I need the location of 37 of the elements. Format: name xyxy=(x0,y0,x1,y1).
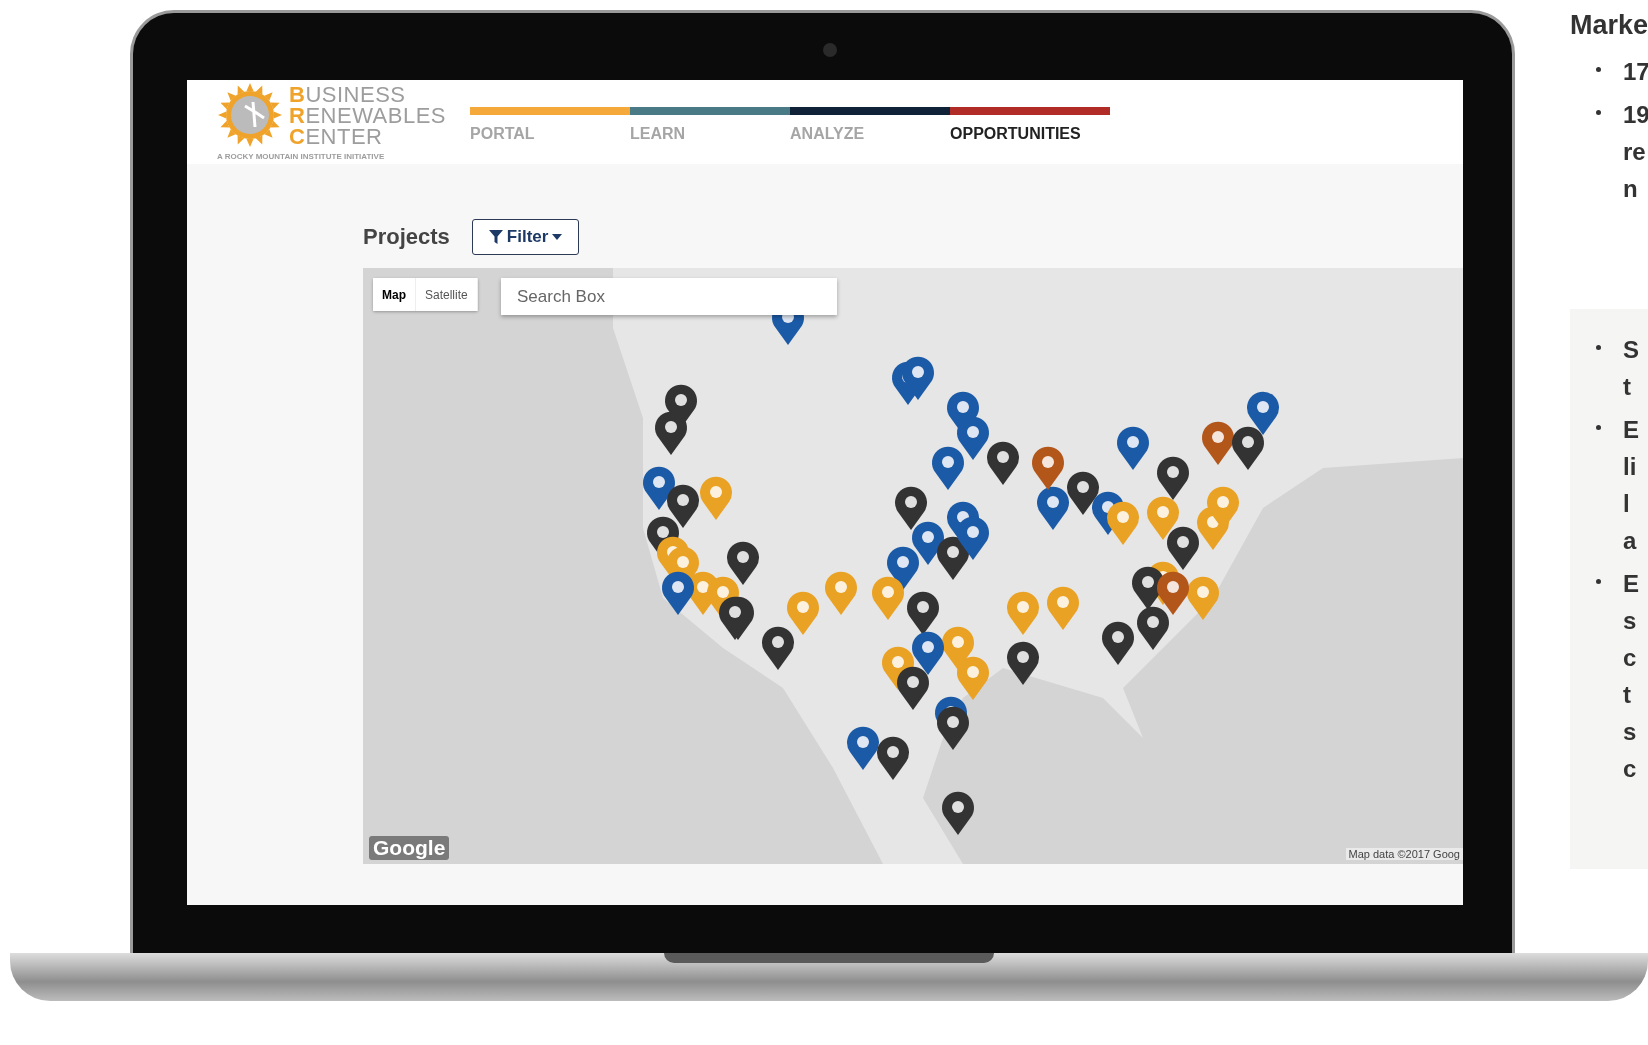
projects-title: Projects xyxy=(363,224,450,250)
map-logo: Google xyxy=(369,836,450,860)
logo-word: RENEWABLES xyxy=(289,104,446,126)
bullet-text: re xyxy=(1623,137,1647,167)
bullet-text: s xyxy=(1623,606,1638,636)
bullet-text: E xyxy=(1623,415,1639,445)
bullet-icon xyxy=(1596,425,1601,430)
bullet-text: a xyxy=(1623,526,1638,556)
logo-word: CENTER xyxy=(289,125,384,147)
side-heading: Marke xyxy=(1570,10,1648,41)
caret-icon xyxy=(552,234,563,240)
logo-word: BUSINESS xyxy=(289,83,407,105)
bullet-text: l xyxy=(1623,489,1631,519)
filter-button[interactable]: Filter xyxy=(471,219,580,255)
map-attribution: Map data ©2017 Goog xyxy=(1345,848,1463,860)
map-type-button[interactable]: Satellite xyxy=(416,278,478,311)
bullet-text: E xyxy=(1623,569,1639,599)
bullet-text: 17 xyxy=(1623,57,1648,87)
bullet-text: c xyxy=(1623,643,1638,673)
bullet-text: n xyxy=(1623,174,1639,204)
bullet-icon xyxy=(1596,579,1601,584)
bullet-text: s xyxy=(1623,717,1638,747)
bullet-text: t xyxy=(1623,372,1632,402)
bullet-icon xyxy=(1596,345,1601,350)
nav-tab[interactable]: OPPORTUNITIES xyxy=(950,107,1110,143)
filter-icon xyxy=(488,230,503,244)
bullet-text: t xyxy=(1623,680,1632,710)
bullet-text: 19 xyxy=(1623,100,1648,130)
map-type-button[interactable]: Map xyxy=(373,278,416,311)
camera-icon xyxy=(822,43,837,57)
bullet-icon xyxy=(1596,110,1601,115)
search-field[interactable]: Search Box xyxy=(501,278,837,315)
bullet-text: S xyxy=(1623,335,1639,365)
bullet-icon xyxy=(1596,67,1601,72)
bullet-text: li xyxy=(1623,452,1638,482)
logo-tagline: A ROCKY MOUNTAIN INSTITUTE INITIATIVE xyxy=(217,152,386,161)
bullet-text: c xyxy=(1623,754,1638,784)
